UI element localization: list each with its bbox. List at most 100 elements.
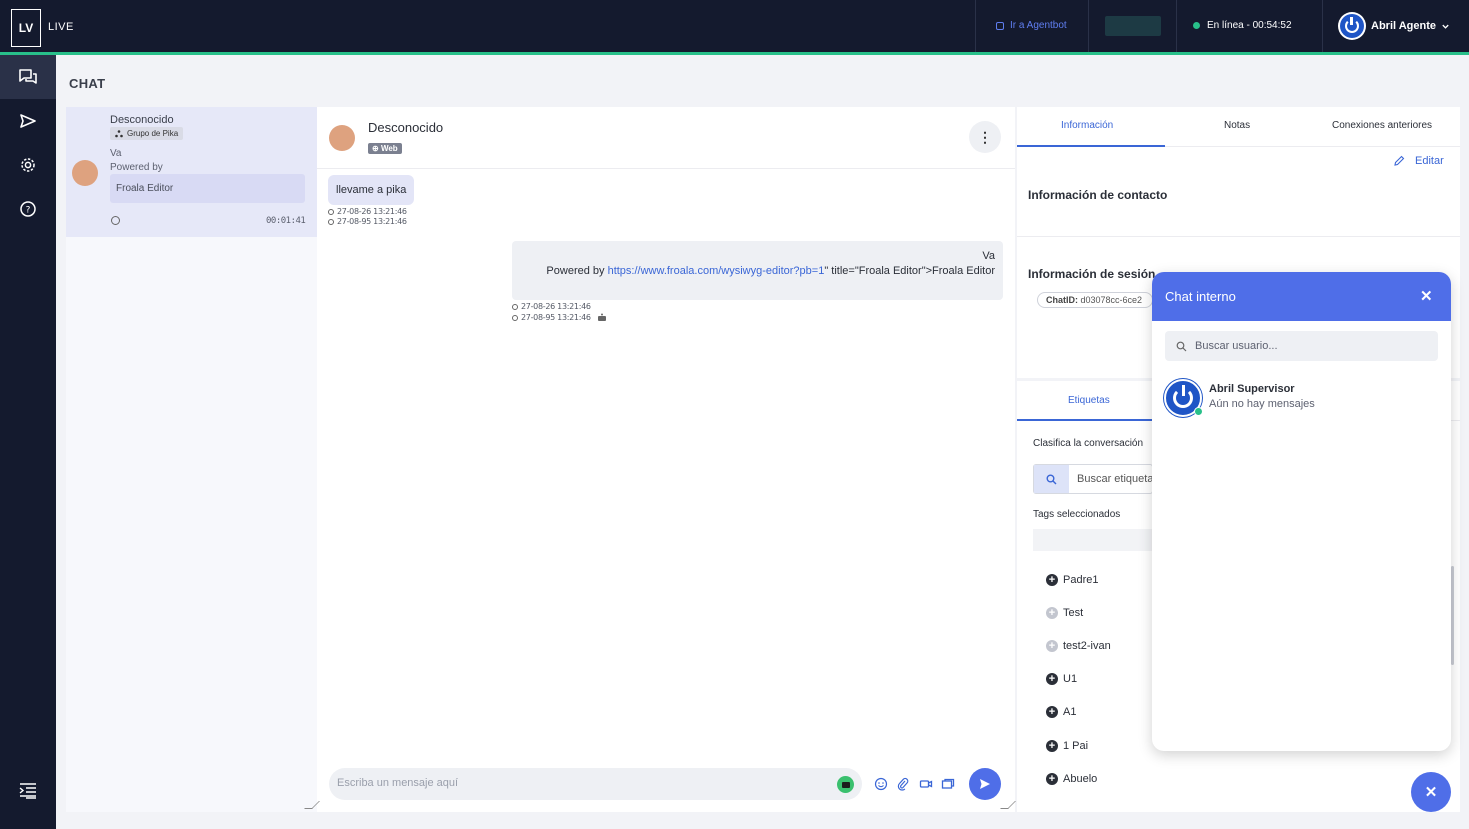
tab-conexiones-anteriores[interactable]: Conexiones anteriores — [1332, 120, 1432, 131]
top-bar: LV LIVE Ir a Agentbot En línea - 00:54:5… — [0, 0, 1469, 52]
power-icon — [1173, 385, 1193, 408]
add-icon: + — [1046, 673, 1058, 685]
chat-id-label: ChatID: — [1046, 295, 1078, 305]
timestamp-text: 27-08-26 13:21:46 — [337, 207, 407, 216]
tag-label: Test — [1063, 607, 1084, 619]
tag-label: U1 — [1063, 673, 1078, 685]
preview-text: Va — [110, 148, 122, 159]
popup-title: Chat interno — [1165, 289, 1236, 304]
divider — [317, 168, 1015, 169]
selected-tags-label: Tags seleccionados — [1033, 509, 1121, 520]
message-text: " title="Froala Editor">Froala Editor — [824, 265, 995, 277]
send-button[interactable] — [969, 768, 1001, 800]
nav-send[interactable] — [0, 99, 56, 143]
classify-text: Clasifica la conversación — [1033, 438, 1144, 449]
user-search-field[interactable]: Buscar usuario... — [1165, 331, 1438, 361]
page-title: CHAT — [69, 76, 106, 91]
close-icon: ✕ — [1424, 784, 1438, 801]
scrollbar[interactable] — [1451, 566, 1454, 665]
tag-item[interactable]: + Padre1 — [1046, 574, 1098, 586]
status-indicator[interactable]: En línea - 00:54:52 — [1193, 20, 1292, 31]
globe-icon — [111, 216, 120, 225]
add-icon: + — [1046, 740, 1058, 752]
chevron-down-icon — [1442, 24, 1449, 29]
message-line: Powered by https://www.froala.com/wysiwy… — [520, 265, 995, 277]
nav-settings[interactable] — [0, 143, 56, 187]
app-logo[interactable]: LV — [11, 9, 41, 47]
list-item[interactable]: Desconocido Grupo de Pika Va Powered by … — [66, 107, 317, 237]
divider — [1176, 0, 1177, 52]
tag-item[interactable]: + A1 — [1046, 706, 1076, 718]
close-internal-chat-button[interactable]: ✕ — [1411, 772, 1451, 812]
tab-etiquetas[interactable]: Etiquetas — [1068, 395, 1110, 406]
menu-expand-icon — [19, 783, 36, 799]
tag-item[interactable]: + Abuelo — [1046, 773, 1097, 785]
avatar — [329, 125, 355, 151]
tab-notas[interactable]: Notas — [1224, 120, 1250, 131]
more-options-button[interactable]: ⋮ — [969, 121, 1001, 153]
agentbot-icon — [996, 21, 1004, 30]
tag-item[interactable]: + U1 — [1046, 673, 1077, 685]
edit-label: Editar — [1415, 155, 1444, 167]
info-tabs: Información Notas Conexiones anteriores — [1017, 107, 1460, 147]
message-composer[interactable]: Escriba un mensaje aquí — [329, 768, 862, 800]
clock-icon — [512, 303, 518, 310]
video-icon[interactable] — [919, 777, 933, 791]
user-name: Abril Agente — [1371, 20, 1436, 32]
add-icon: + — [1046, 607, 1058, 619]
chat-id-chip[interactable]: ChatID: d03078cc-6ce2 — [1037, 292, 1153, 308]
add-icon: + — [1046, 574, 1058, 586]
user-menu[interactable]: Abril Agente — [1338, 12, 1450, 40]
tag-item[interactable]: +1 Pai — [1046, 740, 1088, 752]
conversation-list: Desconocido Grupo de Pika Va Powered by … — [66, 107, 317, 812]
robot-icon — [841, 781, 850, 788]
emoji-icon[interactable] — [874, 777, 888, 791]
tag-item[interactable]: + Test — [1046, 607, 1083, 619]
nav-help[interactable]: ? — [0, 187, 56, 231]
tag-search-field[interactable]: Buscar etiqueta — [1033, 464, 1153, 494]
tag-search-input[interactable]: Buscar etiqueta — [1077, 473, 1153, 485]
group-name: Grupo de Pika — [127, 129, 179, 138]
robot-icon — [597, 313, 606, 321]
message-line: Va — [982, 250, 995, 262]
power-icon — [1345, 17, 1359, 33]
send-icon — [980, 779, 990, 789]
group-badge: Grupo de Pika — [110, 127, 184, 140]
contact-info-title: Información de contacto — [1028, 188, 1168, 202]
message-link[interactable]: https://www.froala.com/wysiwyg-editor?pb… — [608, 265, 825, 277]
tab-informacion[interactable]: Información — [1061, 120, 1113, 131]
clock-icon — [328, 218, 334, 225]
help-icon: ? — [20, 201, 36, 217]
message-timestamp: 27-08-26 13:21:46 — [328, 207, 407, 216]
user-search-input[interactable]: Buscar usuario... — [1195, 340, 1278, 352]
group-icon — [115, 129, 123, 137]
kebab-icon: ⋮ — [978, 128, 992, 145]
nav-chat[interactable] — [0, 55, 56, 99]
tag-item[interactable]: + test2-ivan — [1046, 640, 1111, 652]
message-input[interactable]: Escriba un mensaje aquí — [337, 777, 797, 789]
add-icon: + — [1046, 640, 1058, 652]
add-icon: + — [1046, 773, 1058, 785]
chat-icon — [19, 69, 37, 84]
preview-quote: Froala Editor — [110, 174, 305, 203]
agentbot-link[interactable]: Ir a Agentbot — [996, 20, 1067, 31]
attachment-icon[interactable] — [896, 777, 910, 791]
agentbot-button[interactable] — [837, 776, 854, 793]
add-icon: + — [1046, 706, 1058, 718]
tab-indicator — [1017, 419, 1165, 421]
tag-label: Padre1 — [1063, 574, 1099, 586]
divider — [1017, 236, 1460, 237]
close-button[interactable]: ✕ — [1420, 287, 1433, 305]
session-info-title: Información de sesión — [1028, 267, 1156, 281]
timestamp-text: 27-08-26 13:21:46 — [521, 302, 591, 311]
divider — [975, 0, 976, 52]
close-icon: ✕ — [1420, 288, 1433, 305]
preview-text: Powered by — [110, 162, 163, 173]
timestamp-text: 27-08-95 13:21:46 — [337, 217, 407, 226]
contact-name: Desconocido — [368, 120, 444, 135]
message-timestamp: 27-08-95 13:21:46 — [512, 313, 607, 322]
header-widget[interactable] — [1105, 16, 1161, 36]
edit-button[interactable]: Editar — [1393, 155, 1444, 167]
window-icon[interactable] — [941, 777, 955, 791]
nav-collapse[interactable] — [0, 769, 56, 813]
